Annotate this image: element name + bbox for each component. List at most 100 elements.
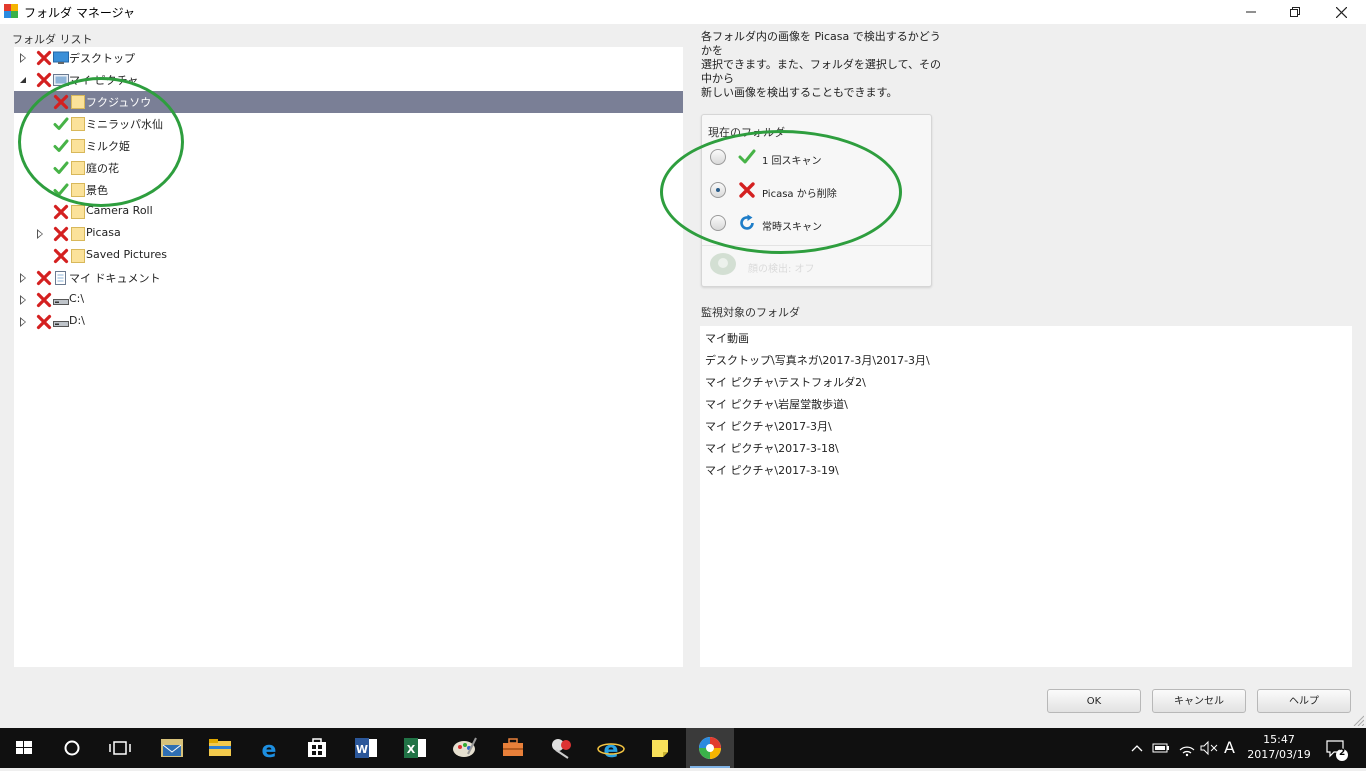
face-detection-icon <box>710 253 736 275</box>
tree-item-label: D:\ <box>69 314 85 327</box>
tree-row[interactable]: マイ ドキュメント <box>14 267 683 289</box>
tree-item-label: Picasa <box>86 226 121 239</box>
always-scan-radio[interactable] <box>710 215 726 231</box>
ok-button[interactable]: OK <box>1047 689 1141 713</box>
tree-row[interactable]: 景色 <box>14 179 683 201</box>
excel-icon: X <box>404 738 426 758</box>
tree-row[interactable]: ミニラッパ水仙 <box>14 113 683 135</box>
tree-row[interactable]: マイ ピクチャ <box>14 69 683 91</box>
watched-folder-item[interactable]: マイ ピクチャ\2017-3-19\ <box>705 462 839 478</box>
tree-row[interactable]: Picasa <box>14 223 683 245</box>
divider <box>702 245 931 246</box>
taskbar-store[interactable] <box>293 728 341 768</box>
window-title: フォルダ マネージャ <box>24 6 135 20</box>
collapsed-arrow-icon[interactable] <box>20 317 26 327</box>
taskbar-picasa[interactable] <box>686 728 734 768</box>
taskbar-mail[interactable] <box>148 728 196 768</box>
taskbar-paint[interactable] <box>440 728 488 768</box>
folder-list-label: フォルダ リスト <box>12 33 93 46</box>
help-button[interactable]: ヘルプ <box>1257 689 1351 713</box>
folder-icon <box>71 183 85 197</box>
watched-folder-item[interactable]: マイ ピクチャ\岩屋堂散歩道\ <box>705 396 848 412</box>
check-icon <box>53 160 69 176</box>
x-icon <box>53 94 69 110</box>
taskbar-snipping[interactable] <box>538 728 586 768</box>
tree-row[interactable]: Saved Pictures <box>14 245 683 267</box>
tree-row[interactable]: デスクトップ <box>14 47 683 69</box>
watched-folder-item[interactable]: マイ ピクチャ\2017-3月\ <box>705 418 832 434</box>
taskbar: e W X e A 15:47 2017/03/19 2 <box>0 728 1366 768</box>
collapsed-arrow-icon[interactable] <box>37 229 43 239</box>
toolbox-icon <box>503 738 523 756</box>
folder-icon <box>71 117 85 131</box>
taskbar-internet-explorer[interactable]: e <box>587 728 635 768</box>
x-icon <box>36 292 52 308</box>
watched-folder-item[interactable]: マイ ピクチャ\2017-3-18\ <box>705 440 839 456</box>
cortana-button[interactable] <box>48 728 96 768</box>
taskbar-toolbox[interactable] <box>489 728 537 768</box>
store-icon <box>308 738 326 757</box>
task-view-button[interactable] <box>96 728 144 768</box>
taskbar-word[interactable]: W <box>342 728 390 768</box>
current-folder-label: 現在のフォルダ <box>708 126 785 139</box>
remove-radio[interactable] <box>710 182 726 198</box>
tree-item-label: 庭の花 <box>86 162 119 175</box>
check-icon <box>53 182 69 198</box>
expanded-arrow-icon[interactable] <box>20 77 26 83</box>
taskbar-excel[interactable]: X <box>391 728 439 768</box>
sticky-notes-icon <box>652 740 668 757</box>
tree-row[interactable]: 庭の花 <box>14 157 683 179</box>
tree-row[interactable]: C:\ <box>14 289 683 311</box>
minimize-button[interactable] <box>1228 0 1274 24</box>
svg-text:e: e <box>262 738 277 763</box>
tree-row[interactable]: D:\ <box>14 311 683 333</box>
x-icon <box>53 204 69 220</box>
watched-folders-label: 監視対象のフォルダ <box>701 306 800 319</box>
folder-tree[interactable]: デスクトップ マイ ピクチャフクジュソウ ミニラッパ水仙 ミルク姫庭の花景色 Camer… <box>14 47 683 667</box>
file-explorer-icon <box>209 739 231 756</box>
clock[interactable]: 15:47 2017/03/19 <box>1243 732 1315 762</box>
watched-folder-item[interactable]: デスクトップ\写真ネガ\2017-3月\2017-3月\ <box>705 352 930 368</box>
tree-item-label: マイ ピクチャ <box>69 74 139 87</box>
collapsed-arrow-icon[interactable] <box>20 53 26 63</box>
wifi-icon[interactable] <box>1176 728 1198 768</box>
x-icon <box>36 270 52 286</box>
scan-once-radio[interactable] <box>710 149 726 165</box>
x-icon <box>36 72 52 88</box>
tree-item-label: Saved Pictures <box>86 248 168 261</box>
check-icon <box>53 138 69 154</box>
cortana-icon <box>64 740 80 756</box>
taskbar-edge[interactable]: e <box>245 728 293 768</box>
title-bar: フォルダ マネージャ <box>0 0 1366 24</box>
x-icon <box>739 182 755 198</box>
tree-row[interactable]: Camera Roll <box>14 201 683 223</box>
face-detection-label: 顔の検出: オフ <box>748 264 815 275</box>
watched-folders-list[interactable]: マイ動画デスクトップ\写真ネガ\2017-3月\2017-3月\ マイ ピクチャ\… <box>700 326 1352 667</box>
watched-folder-item[interactable]: マイ動画 <box>705 330 749 346</box>
collapsed-arrow-icon[interactable] <box>20 273 26 283</box>
close-button[interactable] <box>1318 0 1364 24</box>
collapsed-arrow-icon[interactable] <box>20 295 26 305</box>
resize-grip-icon[interactable] <box>1352 714 1364 726</box>
x-icon <box>36 50 52 66</box>
taskbar-file-explorer[interactable] <box>196 728 244 768</box>
folder-icon <box>71 139 85 153</box>
battery-icon[interactable] <box>1150 728 1172 768</box>
taskbar-sticky-notes[interactable] <box>636 728 684 768</box>
notification-center[interactable]: 2 <box>1322 728 1352 768</box>
check-icon <box>53 116 69 132</box>
ime-indicator[interactable]: A <box>1224 728 1235 768</box>
task-view-icon <box>109 741 131 755</box>
volume-mute-icon[interactable] <box>1198 728 1220 768</box>
tree-row[interactable]: フクジュソウ <box>14 91 683 113</box>
restore-button[interactable] <box>1272 0 1318 24</box>
tree-item-label: デスクトップ <box>69 52 135 65</box>
watched-folder-item[interactable]: マイ ピクチャ\テストフォルダ2\ <box>705 374 866 390</box>
description-line: 選択できます。また、フォルダを選択して、その中から <box>701 58 942 85</box>
edge-icon: e <box>262 738 277 763</box>
tree-row[interactable]: ミルク姫 <box>14 135 683 157</box>
chevron-up-icon[interactable] <box>1128 728 1146 768</box>
description-line: 新しい画像を検出することもできます。 <box>701 86 898 99</box>
start-button[interactable] <box>0 728 48 768</box>
cancel-button[interactable]: キャンセル <box>1152 689 1246 713</box>
